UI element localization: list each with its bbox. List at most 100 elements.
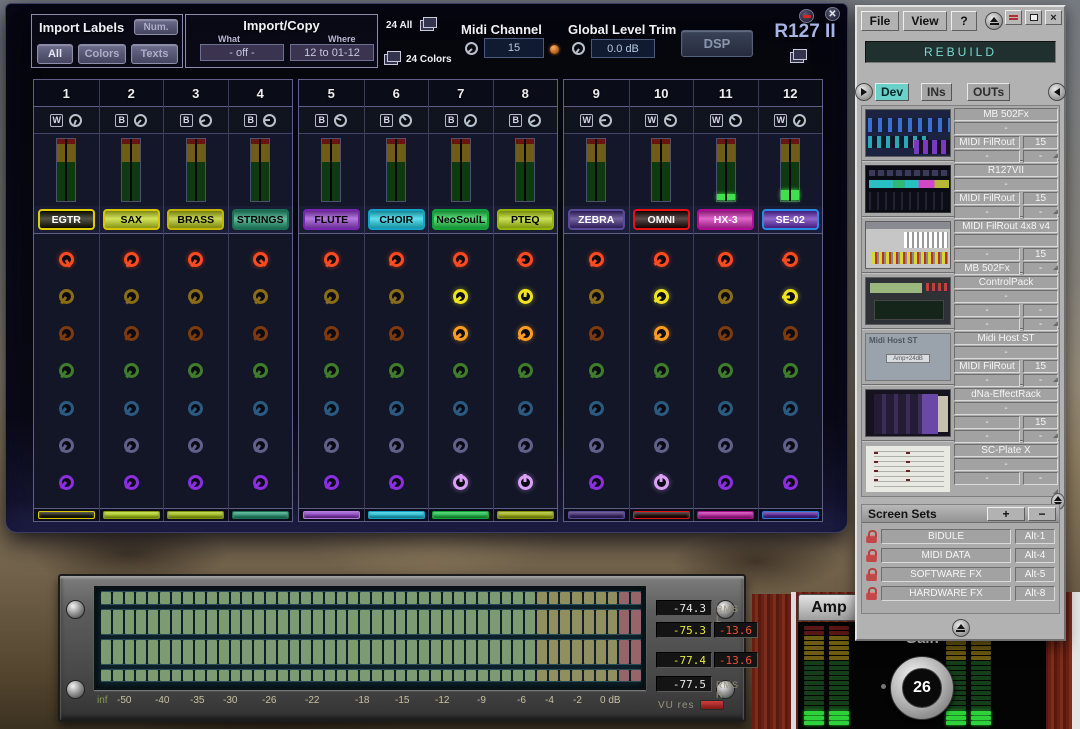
channel-knob-row4[interactable] — [453, 363, 468, 378]
channel-knob-row5[interactable] — [453, 401, 468, 416]
screen-set-row[interactable]: HARDWARE FXAlt-8 — [862, 584, 1059, 603]
channel-mini-knob[interactable] — [599, 114, 612, 127]
channel-knob-row5[interactable] — [518, 401, 533, 416]
channel-knob-row2[interactable] — [589, 289, 604, 304]
channel-knob-row1[interactable] — [324, 252, 339, 267]
channel-knob-row3[interactable] — [589, 326, 604, 341]
view-menu[interactable]: View — [903, 11, 947, 31]
channel-number[interactable]: 10 — [630, 80, 694, 107]
device-field[interactable]: - — [954, 346, 1058, 359]
collapse-up-button[interactable] — [985, 12, 1003, 30]
what-select[interactable]: - off - — [200, 44, 284, 61]
channel-knob-row5[interactable] — [124, 401, 139, 416]
tab-outs[interactable]: OUTs — [967, 83, 1010, 101]
channel-mode-toggle[interactable]: W — [710, 114, 723, 127]
device-thumbnail[interactable] — [865, 165, 951, 213]
device-name[interactable]: SC-Plate X — [954, 444, 1058, 457]
channel-mode-toggle[interactable]: W — [580, 114, 593, 127]
channel-knob-row4[interactable] — [783, 363, 798, 378]
channel-knob-row1[interactable] — [59, 252, 74, 267]
channel-mini-knob[interactable] — [334, 114, 347, 127]
channel-knob-row1[interactable] — [518, 252, 533, 267]
channel-number[interactable]: 5 — [299, 80, 364, 107]
channel-knob-row2[interactable] — [783, 289, 798, 304]
channel-knob-row6[interactable] — [718, 438, 733, 453]
midi-channel-value[interactable]: 15 — [484, 38, 544, 58]
device-thumbnail[interactable]: Midi Host STAmp+24dB — [865, 333, 951, 381]
texts-button[interactable]: Texts — [131, 44, 178, 64]
channel-knob-row4[interactable] — [188, 363, 203, 378]
copy-24-all-icon[interactable] — [420, 17, 435, 30]
channel-mini-knob[interactable] — [729, 114, 742, 127]
screen-set-add-button[interactable]: + — [987, 507, 1025, 521]
device-thumbnail[interactable] — [865, 389, 951, 437]
channel-knob-row5[interactable] — [783, 401, 798, 416]
channel-knob-row7[interactable] — [453, 475, 468, 490]
channel-knob-row2[interactable] — [59, 289, 74, 304]
channel-knob-row4[interactable] — [253, 363, 268, 378]
device-thumbnail[interactable] — [865, 221, 951, 269]
colors-button[interactable]: Colors — [78, 44, 126, 64]
channel-knob-row6[interactable] — [589, 438, 604, 453]
channel-knob-row5[interactable] — [188, 401, 203, 416]
device-route-field[interactable]: MIDI FilRout — [954, 136, 1020, 149]
channel-mode-toggle[interactable]: W — [774, 114, 787, 127]
channel-knob-row3[interactable] — [389, 326, 404, 341]
channel-label[interactable]: STRINGS — [232, 209, 289, 230]
device-name[interactable]: dNa-EffectRack — [954, 388, 1058, 401]
dsp-button[interactable]: DSP — [681, 30, 753, 57]
device-channel-field[interactable]: - — [1023, 472, 1058, 485]
channel-knob-row4[interactable] — [518, 363, 533, 378]
channel-knob-row2[interactable] — [453, 289, 468, 304]
device-field[interactable]: - — [954, 290, 1058, 303]
channel-mini-knob[interactable] — [664, 114, 677, 127]
device-channel-field[interactable]: 15 — [1023, 192, 1058, 205]
channel-knob-row4[interactable] — [654, 363, 669, 378]
device-thumbnail[interactable] — [865, 277, 951, 325]
sidebar-minimize-button[interactable] — [1005, 10, 1022, 25]
channel-mini-knob[interactable] — [263, 114, 276, 127]
sidebar-collapse-button[interactable] — [952, 619, 970, 637]
channel-mode-toggle[interactable]: B — [509, 114, 522, 127]
device-name[interactable]: R127VII — [954, 164, 1058, 177]
channel-knob-row2[interactable] — [253, 289, 268, 304]
screen-set-shortcut[interactable]: Alt-4 — [1015, 548, 1055, 563]
channel-knob-row7[interactable] — [518, 475, 533, 490]
device-name[interactable]: ControlPack — [954, 276, 1058, 289]
channel-knob-row6[interactable] — [518, 438, 533, 453]
channel-number[interactable]: 4 — [229, 80, 293, 107]
channel-knob-row7[interactable] — [783, 475, 798, 490]
device-field[interactable]: - — [954, 458, 1058, 471]
device-entry[interactable]: Midi Host STAmp+24dBMidi Host ST-MIDI Fi… — [862, 330, 1059, 386]
channel-knob-row3[interactable] — [324, 326, 339, 341]
channel-knob-row3[interactable] — [253, 326, 268, 341]
device-entry[interactable]: ControlPack----- — [862, 274, 1059, 330]
tab-dev[interactable]: Dev — [875, 83, 909, 101]
channel-knob-row6[interactable] — [124, 438, 139, 453]
channel-number[interactable]: 12 — [759, 80, 823, 107]
channel-knob-row7[interactable] — [253, 475, 268, 490]
channel-number[interactable]: 1 — [34, 80, 99, 107]
channel-knob-row1[interactable] — [253, 252, 268, 267]
channel-mode-toggle[interactable]: B — [315, 114, 328, 127]
device-entry[interactable]: R127VII-MIDI FilRout15-- — [862, 162, 1059, 218]
channel-knob-row3[interactable] — [718, 326, 733, 341]
channel-label[interactable]: BRASS — [167, 209, 224, 230]
channel-label[interactable]: PTEQ — [497, 209, 554, 230]
screen-set-shortcut[interactable]: Alt-5 — [1015, 567, 1055, 582]
device-channel-field[interactable]: 15 — [1023, 360, 1058, 373]
global-level-trim-knob-icon[interactable] — [572, 42, 585, 55]
channel-label[interactable]: NeoSoulL — [432, 209, 489, 230]
channel-mode-toggle[interactable]: B — [380, 114, 393, 127]
num-button[interactable]: Num. — [134, 19, 178, 35]
file-menu[interactable]: File — [861, 11, 899, 31]
where-select[interactable]: 12 to 01-12 — [290, 44, 374, 61]
channel-knob-row1[interactable] — [718, 252, 733, 267]
channel-mode-toggle[interactable]: B — [244, 114, 257, 127]
channel-knob-row5[interactable] — [389, 401, 404, 416]
channel-label[interactable]: ZEBRA — [568, 209, 625, 230]
device-channel-field[interactable]: 15 — [1023, 416, 1058, 429]
channel-label[interactable]: CHOIR — [368, 209, 425, 230]
screen-set-shortcut[interactable]: Alt-1 — [1015, 529, 1055, 544]
channel-knob-row1[interactable] — [124, 252, 139, 267]
